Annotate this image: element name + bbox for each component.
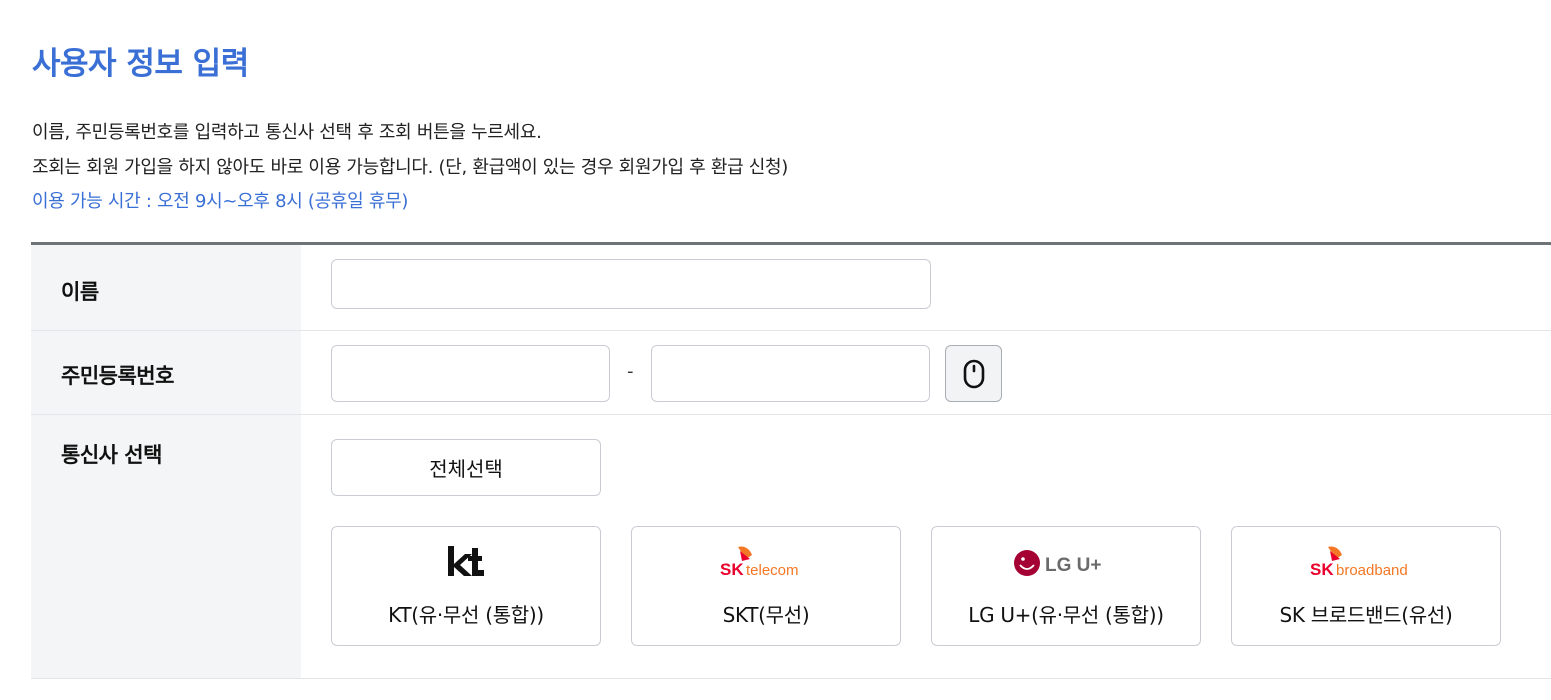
lg-uplus-logo-icon: LG U+ [932, 541, 1200, 581]
svg-text:broadband: broadband [1336, 562, 1408, 579]
carrier-option-skt[interactable]: SK telecom SKT(무선) [631, 526, 901, 646]
carrier-option-skbroadband[interactable]: SK broadband SK 브로드밴드(유선) [1231, 526, 1501, 646]
page-title: 사용자 정보 입력 [32, 46, 249, 82]
name-input[interactable] [331, 259, 931, 309]
rrn-row: 주민등록번호 - [31, 331, 1551, 415]
svg-text:SK: SK [1310, 560, 1334, 579]
mouse-icon [963, 359, 984, 388]
carrier-label-lguplus: LG U+(유·무선 (통합)) [968, 603, 1164, 627]
sk-broadband-logo-icon: SK broadband [1232, 541, 1500, 581]
service-hours-text: 이용 가능 시간 : 오전 9시~오후 8시 (공휴일 휴무) [32, 191, 409, 212]
name-label: 이름 [61, 280, 99, 304]
carrier-label-skt: SKT(무선) [722, 603, 810, 627]
rrn-label: 주민등록번호 [61, 364, 174, 388]
rrn-front-input[interactable] [331, 345, 610, 402]
user-info-form: 이름 주민등록번호 - 통신사 선택 전체선택 KT(유·무선 (통합)) SK… [31, 242, 1551, 679]
select-all-button[interactable]: 전체선택 [331, 439, 601, 496]
rrn-back-input[interactable] [651, 345, 930, 402]
carrier-label-skbroadband: SK 브로드밴드(유선) [1279, 603, 1453, 627]
carrier-option-kt[interactable]: KT(유·무선 (통합)) [331, 526, 601, 646]
name-header-cell: 이름 [31, 245, 301, 330]
carrier-label: 통신사 선택 [61, 443, 162, 467]
instruction-text-2: 조회는 회원 가입을 하지 않아도 바로 이용 가능합니다. (단, 환급액이 … [32, 157, 789, 178]
kt-logo-icon [332, 541, 600, 581]
mouse-input-button[interactable] [945, 345, 1002, 402]
carrier-label-kt: KT(유·무선 (통합)) [388, 603, 544, 627]
carrier-option-lguplus[interactable]: LG U+ LG U+(유·무선 (통합)) [931, 526, 1201, 646]
instruction-text-1: 이름, 주민등록번호를 입력하고 통신사 선택 후 조회 버튼을 누르세요. [32, 122, 542, 143]
svg-text:SK: SK [720, 560, 744, 579]
rrn-separator: - [627, 361, 634, 382]
name-row: 이름 [31, 245, 1551, 331]
svg-text:telecom: telecom [746, 562, 799, 579]
rrn-header-cell: 주민등록번호 [31, 331, 301, 414]
carrier-row: 통신사 선택 전체선택 KT(유·무선 (통합)) SK telecom SKT… [31, 415, 1551, 679]
carrier-header-cell: 통신사 선택 [31, 415, 301, 678]
svg-text:LG U+: LG U+ [1045, 555, 1101, 576]
sk-telecom-logo-icon: SK telecom [632, 541, 900, 581]
